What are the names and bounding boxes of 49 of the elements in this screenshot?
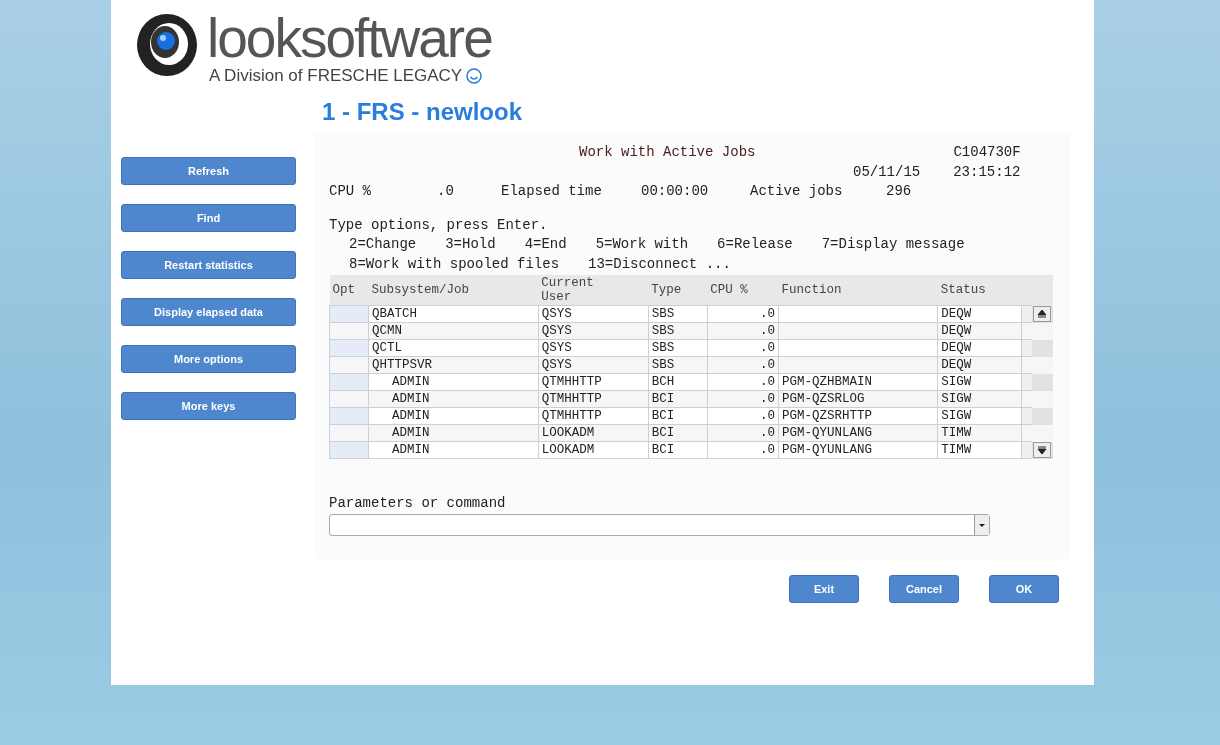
option-text: 13=Disconnect ... — [588, 255, 731, 274]
function-key-button[interactable]: Restart statistics — [121, 251, 296, 279]
stat-label: CPU % — [329, 183, 372, 201]
option-text: 7=Display message — [821, 236, 965, 254]
column-header: Type — [648, 275, 708, 306]
option-text: 8=Work with spooled files — [349, 255, 560, 274]
smiley-icon — [466, 68, 483, 84]
table-cell: SBS — [648, 305, 708, 323]
command-label: Parameters or command — [329, 495, 507, 513]
stat-value: .0 — [437, 183, 455, 201]
function-key-button[interactable]: More keys — [121, 392, 296, 420]
stat-label: Elapsed time — [501, 183, 603, 201]
table-cell: QSYS — [538, 305, 649, 323]
command-field[interactable] — [329, 514, 990, 536]
logo-icon — [135, 12, 199, 78]
option-text: 6=Release — [717, 236, 793, 254]
function-key-button[interactable]: More options — [121, 345, 296, 373]
function-key-button[interactable]: Refresh — [121, 157, 296, 185]
column-header: Status — [937, 275, 1022, 306]
brand-name: looksoftware — [207, 12, 492, 64]
option-text: 5=Work with — [595, 236, 689, 254]
stat-value: 00:00:00 — [641, 183, 710, 201]
function-key-button[interactable]: Find — [121, 204, 296, 232]
system-name: C104730F — [953, 144, 1021, 162]
dialog-button[interactable]: Exit — [789, 575, 859, 603]
dialog-button[interactable]: OK — [989, 575, 1059, 603]
table-cell: .0 — [707, 305, 779, 323]
option-text: 2=Change — [349, 236, 417, 254]
stat-value: 296 — [886, 183, 913, 201]
column-header: Current User — [538, 275, 649, 306]
brand-tagline: A Division of FRESCHE LEGACY — [209, 66, 463, 86]
stat-label: Active jobs — [750, 183, 844, 201]
column-header: Opt — [329, 275, 369, 306]
column-header: CPU % — [707, 275, 779, 306]
instruction-text: Type options, press Enter. — [329, 216, 548, 235]
column-header: Function — [778, 275, 938, 306]
dialog-button[interactable]: Cancel — [889, 575, 959, 603]
screen-title: Work with Active Jobs — [579, 144, 756, 162]
option-text: 3=Hold — [445, 236, 496, 254]
option-input[interactable] — [329, 305, 369, 323]
date-text: 05/11/15 — [853, 163, 921, 182]
table-cell: QBATCH — [368, 305, 539, 323]
option-text: 4=End — [524, 236, 567, 254]
column-header: Subsystem/Job — [368, 275, 539, 306]
table-cell: DEQW — [937, 305, 1022, 323]
function-key-button[interactable]: Display elapsed data — [121, 298, 296, 326]
time-text: 23:15:12 — [953, 163, 1021, 182]
session-title: 1 - FRS - newlook — [322, 98, 523, 126]
dropdown-caret-icon[interactable] — [974, 515, 989, 535]
